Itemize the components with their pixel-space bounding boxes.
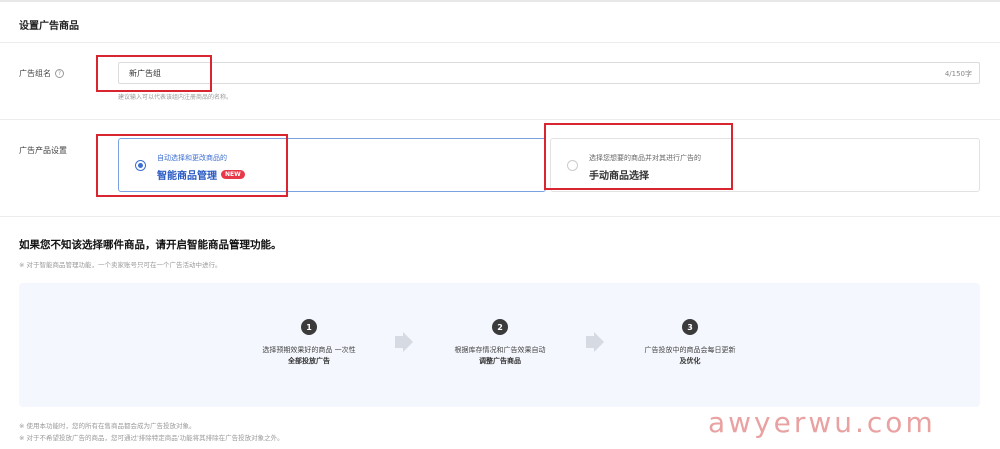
step-number: 2: [492, 319, 508, 335]
step-number: 3: [682, 319, 698, 335]
radio-manual[interactable]: [567, 160, 578, 171]
option-sub-text: 选择您想要的商品并对其进行广告的: [589, 154, 701, 162]
step-3: 3 广告投放中的商品会每日更新 及优化: [620, 319, 760, 367]
product-setting-label-text: 广告产品设置: [19, 146, 67, 155]
ad-group-name-hint: 建议输入可以代表该组内注册商品的名称。: [118, 94, 233, 101]
step-1: 1 选择预期效果好的商品 一次性 全部投放广告: [239, 319, 379, 367]
divider: [0, 216, 1000, 217]
step-text: 根据库存情况和广告效果自动: [454, 346, 546, 354]
step-number: 1: [301, 319, 317, 335]
ad-group-name-label-text: 广告组名: [19, 69, 51, 78]
char-count: 4/150字: [944, 70, 972, 78]
divider: [0, 42, 1000, 43]
info-note: ※ 对于智能商品管理功能，一个卖家账号只可在一个广告活动中进行。: [19, 261, 222, 269]
ad-group-name-input[interactable]: [118, 62, 980, 84]
step-text-bold: 全部投放广告: [288, 357, 330, 365]
step-text-bold: 及优化: [679, 357, 701, 365]
divider: [0, 119, 1000, 120]
option-smart-product-management[interactable]: 自动选择和更改商品的 智能商品管理 NEW: [118, 138, 546, 192]
info-title: 如果您不知该选择哪件商品，请开启智能商品管理功能。: [19, 239, 282, 251]
footnote: ※ 使用本功能时，您的所有在售商品都会成为广告投放对象。: [19, 422, 196, 430]
step-text: 广告投放中的商品会每日更新: [644, 346, 736, 354]
option-main-text-wrap: 智能商品管理 NEW: [157, 167, 245, 182]
steps-box: 1 选择预期效果好的商品 一次性 全部投放广告 2 根据库存情况和广告效果自动 …: [19, 283, 980, 407]
option-main-text: 手动商品选择: [589, 171, 649, 182]
ad-product-panel: 设置广告商品 广告组名 ? 4/150字 建议输入可以代表该组内注册商品的名称。…: [0, 0, 1000, 449]
help-icon[interactable]: ?: [55, 69, 64, 78]
step-text-bold: 调整广告商品: [479, 357, 521, 365]
section-title: 设置广告商品: [19, 21, 79, 32]
step-text: 选择预期效果好的商品 一次性: [262, 346, 356, 354]
option-sub-text: 自动选择和更改商品的: [157, 154, 227, 162]
option-manual-product-selection[interactable]: 选择您想要的商品并对其进行广告的 手动商品选择: [550, 138, 980, 192]
ad-group-name-label: 广告组名 ?: [19, 68, 64, 79]
step-2: 2 根据库存情况和广告效果自动 调整广告商品: [430, 319, 570, 367]
product-setting-label: 广告产品设置: [19, 145, 67, 156]
new-badge: NEW: [221, 170, 245, 179]
option-main-text: 智能商品管理: [157, 171, 217, 182]
watermark: awyerwu.com: [708, 406, 936, 439]
radio-smart-selected[interactable]: [135, 160, 146, 171]
footnote: ※ 对于不希望投放广告的商品，您可通过'排除特定商品'功能将其排除在广告投放对象…: [19, 434, 284, 442]
